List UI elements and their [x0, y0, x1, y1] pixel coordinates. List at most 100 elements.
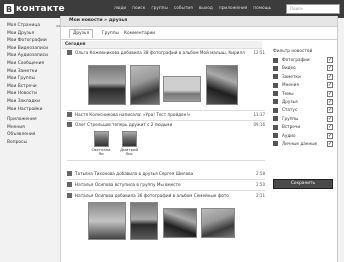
- sidebar: Моя Страница ред. Мои Друзья Мои Фотогра…: [7, 22, 65, 147]
- filter-item-groups[interactable]: Группы ✓: [273, 115, 333, 123]
- search-input[interactable]: Поиск: [286, 4, 340, 14]
- nav-search[interactable]: поиск: [132, 6, 145, 11]
- feed-entry-text[interactable]: Татьяна Тихонова добавила в друзья Серге…: [75, 171, 247, 176]
- photo-thumbnail[interactable]: [130, 65, 160, 105]
- nav-help[interactable]: помощь: [253, 6, 271, 11]
- filter-item-friends[interactable]: Друзья ✓: [273, 98, 333, 106]
- filter-checkbox[interactable]: ✓: [327, 82, 333, 89]
- note-icon: [273, 74, 278, 80]
- photo-thumbnail[interactable]: [88, 202, 126, 240]
- site-logo[interactable]: В контакте: [4, 3, 65, 15]
- sidebar-item-applications[interactable]: Приложения: [7, 116, 59, 124]
- feed-entry-text[interactable]: Наталья Осипова вступила в группу Мы вме…: [75, 182, 247, 187]
- filter-checkbox[interactable]: ✓: [327, 90, 333, 97]
- filter-checkbox[interactable]: ✓: [327, 140, 333, 147]
- filter-item-audio[interactable]: Аудио ✓: [273, 132, 333, 140]
- top-nav: люди поиск группы события выход приложен…: [114, 6, 271, 11]
- feed-entry: Олег Стрельцов теперь дружит с 2 людьми …: [67, 122, 265, 129]
- feed-divider: [67, 120, 265, 121]
- photo-thumbnail[interactable]: [88, 65, 126, 105]
- date-section-header: Сегодня: [62, 41, 262, 49]
- sidebar-item-settings[interactable]: Мои Настройки: [7, 106, 59, 114]
- friends-icon: [67, 171, 72, 176]
- feed-entry-time: 09:16: [253, 122, 265, 127]
- sidebar-item-questions[interactable]: Вопросы: [7, 139, 59, 147]
- filter-checkbox[interactable]: ✓: [327, 132, 333, 139]
- audio-icon: [273, 133, 278, 139]
- filter-item-topics[interactable]: Темы ✓: [273, 90, 333, 98]
- filter-item-events[interactable]: Встречи ✓: [273, 123, 333, 131]
- filter-item-status[interactable]: Статус ✓: [273, 106, 333, 114]
- sidebar-item-my-page[interactable]: Моя Страница ред.: [7, 22, 65, 30]
- tab-comments[interactable]: Комментарии: [121, 30, 158, 38]
- feed-entry-time: 2:11: [256, 193, 265, 198]
- feed-entry-text[interactable]: Наталья Осипова добавила 36 фотографий в…: [75, 193, 247, 198]
- feed-entry-text[interactable]: Настя Колесникова написала: «Ура! Тест п…: [75, 112, 247, 117]
- sidebar-item-bookmarks[interactable]: Мои Закладки: [7, 98, 59, 106]
- tab-friends[interactable]: Друзья: [69, 29, 94, 38]
- feed-entry-text[interactable]: Ольга Кожевникова добавила 38 фотографий…: [75, 50, 247, 55]
- filter-checkbox[interactable]: ✓: [327, 124, 333, 131]
- filter-item-photos[interactable]: Фотографии ✓: [273, 56, 333, 64]
- filter-item-opinions[interactable]: Мнения ✓: [273, 81, 333, 89]
- nav-people[interactable]: люди: [114, 6, 126, 11]
- filter-label: Друзья: [282, 98, 298, 104]
- avatar[interactable]: [122, 131, 137, 147]
- photo-thumbnail[interactable]: [163, 76, 201, 102]
- sidebar-item-ads[interactable]: Объявления: [7, 131, 59, 139]
- filter-label: Заметки: [282, 73, 301, 79]
- group-icon: [67, 182, 72, 187]
- sidebar-item-messages[interactable]: Мои Сообщения: [7, 60, 59, 68]
- photo-thumbnail[interactable]: [201, 208, 235, 238]
- sidebar-item-opinions[interactable]: Мнения: [7, 124, 59, 132]
- filter-checkbox[interactable]: ✓: [327, 107, 333, 114]
- sidebar-item-photos[interactable]: Мои Фотографии: [7, 37, 59, 45]
- avatar[interactable]: [94, 131, 109, 147]
- sidebar-item-videos[interactable]: Мои Видеозаписи: [7, 45, 59, 53]
- nav-groups[interactable]: группы: [151, 6, 168, 11]
- filter-checkbox[interactable]: ✓: [327, 73, 333, 80]
- friends-icon: [67, 122, 72, 127]
- filter-checkbox[interactable]: ✓: [327, 115, 333, 122]
- sidebar-item-label: Моя Страница: [7, 23, 41, 28]
- news-filter-panel: Фильтр новостей Фотографии ✓ Видео ✓ Замет…: [273, 48, 333, 148]
- nav-apps[interactable]: приложения: [219, 6, 247, 11]
- profile-icon: [273, 141, 278, 147]
- filter-item-video[interactable]: Видео ✓: [273, 64, 333, 72]
- filter-item-personal[interactable]: Личные данные ✓: [273, 140, 333, 148]
- sidebar-item-news[interactable]: Мои Новости: [7, 90, 59, 98]
- status-icon: [273, 107, 278, 113]
- feed-entry: Татьяна Тихонова добавила в друзья Серге…: [67, 171, 265, 178]
- avatar-name[interactable]: Дмитрий Лис: [116, 147, 142, 157]
- photo-thumbnail[interactable]: [163, 208, 197, 238]
- filter-label: Фотографии: [282, 57, 310, 62]
- filter-item-notes[interactable]: Заметки ✓: [273, 73, 333, 81]
- feed-entry-text[interactable]: Олег Стрельцов теперь дружит с 2 людьми: [75, 122, 247, 127]
- sidebar-item-groups[interactable]: Мои Группы: [7, 75, 59, 83]
- filter-checkbox[interactable]: ✓: [327, 65, 333, 72]
- photo-icon: [67, 50, 72, 55]
- video-icon: [273, 65, 278, 71]
- photo-thumbnail[interactable]: [206, 65, 238, 105]
- sidebar-item-events[interactable]: Мои Встречи: [7, 83, 59, 91]
- friends-icon: [273, 99, 278, 105]
- nav-events[interactable]: события: [174, 6, 193, 11]
- tab-groups[interactable]: Группы: [99, 30, 122, 38]
- nav-exit[interactable]: выход: [199, 6, 213, 11]
- feed-entry-time: 12:51: [253, 50, 265, 55]
- feed-divider: [67, 160, 265, 161]
- save-button[interactable]: Сохранить: [273, 179, 333, 189]
- sidebar-item-audio[interactable]: Мои Аудиозаписи: [7, 52, 59, 60]
- avatar-name[interactable]: Светлана Ли: [88, 147, 114, 157]
- date-section-label: Сегодня: [65, 42, 86, 47]
- photo-icon: [67, 193, 72, 198]
- feed-entry: Настя Колесникова написала: «Ура! Тест п…: [67, 112, 265, 119]
- feed-divider: [67, 179, 265, 180]
- feed-entry: Ольга Кожевникова добавила 38 фотографий…: [67, 50, 265, 62]
- sidebar-item-notes[interactable]: Мои Заметки: [7, 68, 59, 76]
- sidebar-item-friends[interactable]: Мои Друзья: [7, 30, 59, 38]
- filter-checkbox[interactable]: ✓: [327, 57, 333, 63]
- page-title: Мои новости » друзья: [69, 18, 128, 23]
- photo-thumbnail[interactable]: [130, 202, 158, 240]
- filter-checkbox[interactable]: ✓: [327, 98, 333, 105]
